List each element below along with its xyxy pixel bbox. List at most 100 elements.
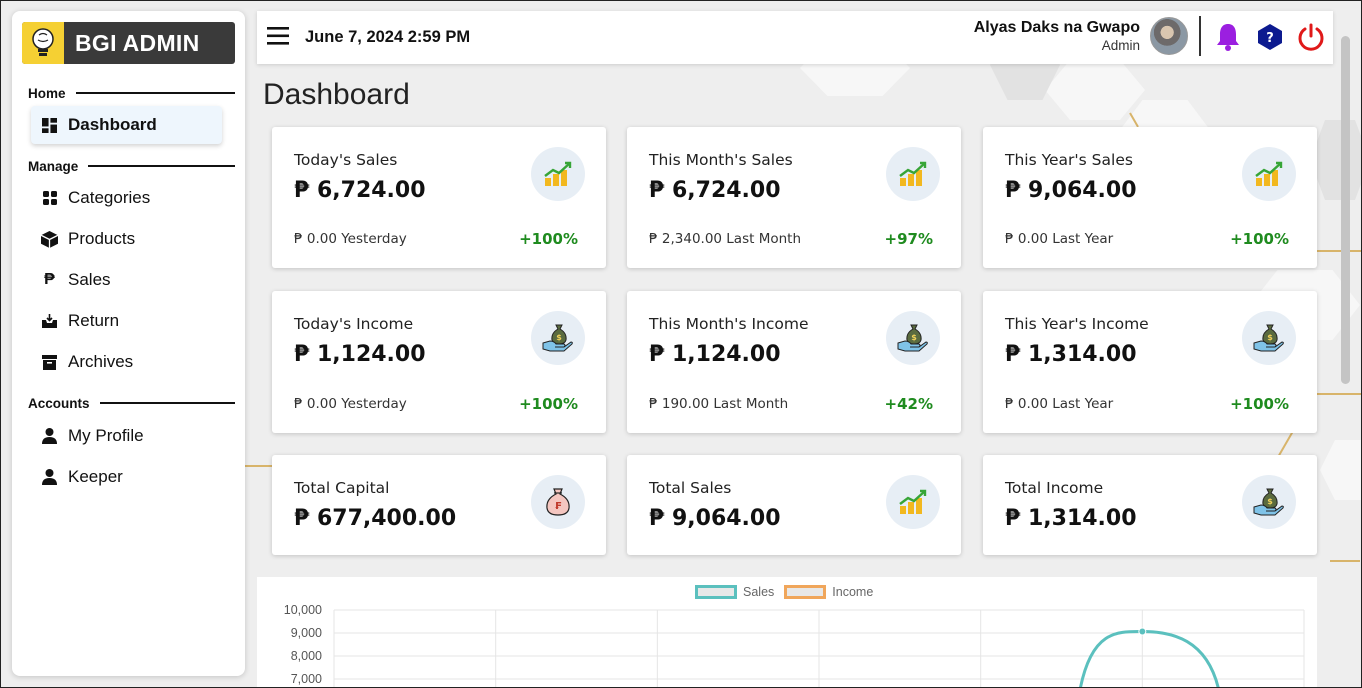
- user-role: Admin: [1101, 38, 1140, 53]
- card-comparison: ₱ 190.00 Last Month: [649, 396, 789, 412]
- topbar: June 7, 2024 2:59 PM Alyas Daks na Gwapo…: [257, 11, 1333, 64]
- section-accounts: Accounts: [28, 395, 235, 411]
- card-label: Total Income: [1005, 479, 1104, 497]
- money-bag-hand-icon: $: [531, 311, 585, 365]
- topbar-divider: [1199, 16, 1201, 56]
- peso-icon: ₱: [44, 271, 55, 288]
- scrollbar[interactable]: [1341, 11, 1350, 676]
- power-icon[interactable]: [1296, 22, 1326, 52]
- card-value: ₱ 1,314.00: [1005, 342, 1137, 367]
- stat-card-month-sales[interactable]: This Month's Sales ₱ 6,724.00 ₱ 2,340.00…: [627, 127, 961, 268]
- dashboard-icon: [41, 117, 58, 134]
- card-value: ₱ 9,064.00: [649, 506, 781, 531]
- scrollbar-thumb[interactable]: [1341, 36, 1350, 384]
- lightbulb-logo-icon: [22, 22, 64, 64]
- card-percent: +100%: [1230, 395, 1289, 413]
- card-value: ₱ 1,124.00: [294, 342, 426, 367]
- card-comparison: ₱ 2,340.00 Last Month: [649, 231, 802, 247]
- stat-card-year-sales[interactable]: This Year's Sales ₱ 9,064.00 ₱ 0.00 Last…: [983, 127, 1317, 268]
- sales-growth-icon: [886, 147, 940, 201]
- card-label: This Month's Income: [649, 315, 809, 333]
- archive-icon: [41, 354, 58, 371]
- card-comparison: ₱ 0.00 Yesterday: [294, 231, 407, 247]
- user-icon: [41, 469, 58, 486]
- section-label: Home: [28, 85, 66, 101]
- user-info[interactable]: Alyas Daks na Gwapo Admin: [974, 18, 1140, 53]
- sales-growth-icon: [531, 147, 585, 201]
- brand-header[interactable]: BGI ADMIN: [22, 22, 235, 64]
- card-value: ₱ 6,724.00: [294, 178, 426, 203]
- svg-text:$: $: [556, 333, 562, 342]
- card-comparison: ₱ 0.00 Last Year: [1005, 231, 1114, 247]
- sidebar-item-return[interactable]: Return: [31, 302, 222, 340]
- brand-title: BGI ADMIN: [75, 30, 200, 56]
- y-tick-label: 7,000: [291, 672, 322, 686]
- sidebar-item-sales[interactable]: ₱ Sales: [31, 261, 222, 299]
- section-home: Home: [28, 85, 235, 101]
- card-percent: +100%: [1230, 230, 1289, 248]
- section-label: Accounts: [28, 395, 90, 411]
- stat-card-total-income[interactable]: Total Income ₱ 1,314.00 $: [983, 455, 1317, 555]
- user-icon: [41, 428, 58, 445]
- avatar[interactable]: [1150, 17, 1188, 55]
- sidebar-item-dashboard[interactable]: Dashboard: [31, 106, 222, 144]
- stat-card-month-income[interactable]: This Month's Income ₱ 1,124.00 ₱ 190.00 …: [627, 291, 961, 433]
- card-percent: +100%: [519, 395, 578, 413]
- menu-icon[interactable]: [267, 25, 289, 47]
- svg-text:?: ?: [1266, 31, 1274, 46]
- capital-bag-icon: ₣: [531, 475, 585, 529]
- svg-text:₣: ₣: [555, 501, 562, 512]
- help-icon[interactable]: ?: [1255, 22, 1285, 52]
- sidebar-item-my-profile[interactable]: My Profile: [31, 417, 222, 455]
- series-line-sales: [1078, 630, 1220, 688]
- sales-growth-icon: [886, 475, 940, 529]
- money-bag-hand-icon: $: [886, 311, 940, 365]
- section-manage: Manage: [28, 158, 235, 174]
- card-comparison: ₱ 0.00 Yesterday: [294, 396, 407, 412]
- card-value: ₱ 1,314.00: [1005, 506, 1137, 531]
- sidebar-item-categories[interactable]: Categories: [31, 179, 222, 217]
- sidebar-item-label: Return: [68, 311, 120, 330]
- box-icon: [41, 230, 58, 248]
- card-label: This Month's Sales: [649, 151, 793, 169]
- sidebar-item-label: Archives: [68, 352, 134, 371]
- card-percent: +97%: [884, 230, 933, 248]
- sales-income-chart: Sales Income 10,000 9,000 8,000 7,000: [257, 577, 1317, 688]
- section-label: Manage: [28, 158, 79, 174]
- sidebar-item-label: Keeper: [68, 467, 123, 486]
- sidebar-item-label: Sales: [68, 270, 111, 289]
- bell-icon[interactable]: [1213, 22, 1243, 52]
- card-percent: +42%: [884, 395, 933, 413]
- money-bag-hand-icon: $: [1242, 311, 1296, 365]
- current-datetime: June 7, 2024 2:59 PM: [305, 28, 471, 46]
- card-value: ₱ 9,064.00: [1005, 178, 1137, 203]
- card-label: Total Sales: [649, 479, 732, 497]
- sidebar-item-keeper[interactable]: Keeper: [31, 458, 222, 496]
- y-tick-label: 9,000: [291, 626, 322, 640]
- stat-card-total-capital[interactable]: Total Capital ₱ 677,400.00 ₣: [272, 455, 606, 555]
- sidebar-item-label: My Profile: [68, 426, 144, 445]
- y-tick-label: 8,000: [291, 649, 322, 663]
- sidebar-item-label: Products: [68, 229, 136, 248]
- grid-icon: [41, 190, 58, 207]
- card-comparison: ₱ 0.00 Last Year: [1005, 396, 1114, 412]
- stat-card-year-income[interactable]: This Year's Income ₱ 1,314.00 ₱ 0.00 Las…: [983, 291, 1317, 433]
- user-name: Alyas Daks na Gwapo: [973, 19, 1140, 36]
- inbox-download-icon: [41, 313, 58, 330]
- sidebar-item-archives[interactable]: Archives: [31, 343, 222, 381]
- card-value: ₱ 677,400.00: [294, 506, 457, 531]
- sidebar-item-products[interactable]: Products: [31, 220, 222, 258]
- stat-card-todays-income[interactable]: Today's Income ₱ 1,124.00 ₱ 0.00 Yesterd…: [272, 291, 606, 433]
- chart-plot: 10,000 9,000 8,000 7,000: [284, 603, 1305, 688]
- sidebar-item-label: Categories: [68, 188, 151, 207]
- y-tick-label: 10,000: [284, 603, 322, 617]
- card-label: Total Capital: [294, 479, 390, 497]
- stat-card-todays-sales[interactable]: Today's Sales ₱ 6,724.00 ₱ 0.00 Yesterda…: [272, 127, 606, 268]
- page-title: Dashboard: [263, 78, 410, 111]
- sales-growth-icon: [1242, 147, 1296, 201]
- data-point-sales[interactable]: [1138, 627, 1147, 636]
- svg-text:$: $: [1267, 497, 1273, 506]
- card-percent: +100%: [519, 230, 578, 248]
- stat-card-total-sales[interactable]: Total Sales ₱ 9,064.00: [627, 455, 961, 555]
- svg-text:$: $: [1267, 333, 1273, 342]
